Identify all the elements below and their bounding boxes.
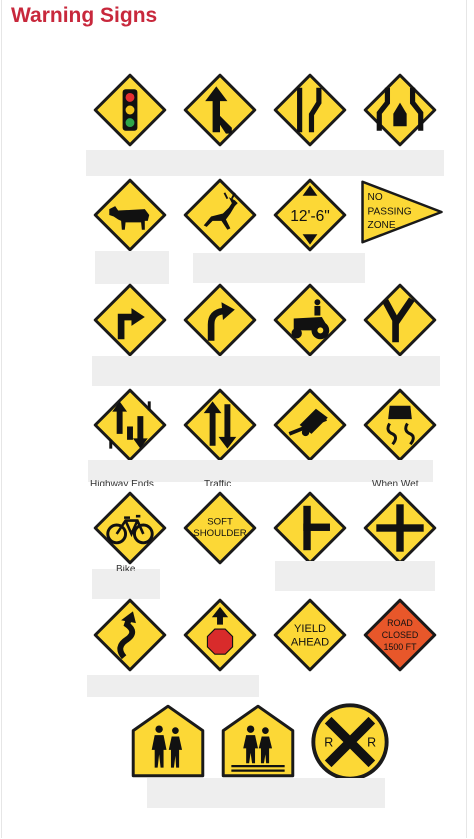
sign-yield-ahead[interactable]: YIELD AHEAD <box>273 598 347 672</box>
sign-railroad-crossing[interactable]: R R <box>311 703 389 781</box>
answer-box[interactable] <box>275 561 435 591</box>
railroad-left-r: R <box>324 736 333 750</box>
sign-road-closed[interactable]: ROAD CLOSED 1500 FT <box>363 598 437 672</box>
road-closed-line2: CLOSED <box>382 630 419 640</box>
sign-right-curve[interactable] <box>183 283 257 357</box>
sign-right-turn[interactable] <box>93 283 167 357</box>
low-clearance-text: 12'-6" <box>290 208 330 225</box>
sign-low-clearance[interactable]: 12'-6" <box>273 178 347 252</box>
answer-box[interactable] <box>92 569 160 599</box>
answer-box[interactable] <box>147 778 385 808</box>
sign-road-narrows[interactable] <box>273 73 347 147</box>
sign-farm-machinery[interactable] <box>273 283 347 357</box>
sign-soft-shoulder[interactable]: SOFT SHOULDER <box>183 491 257 565</box>
no-passing-line1: NO <box>368 192 383 203</box>
partial-label-when-wet: When Wet <box>372 480 419 486</box>
sign-cattle-crossing[interactable] <box>93 178 167 252</box>
partial-label-highway-ends: Highway Ends <box>90 480 154 486</box>
sign-merge[interactable] <box>183 73 257 147</box>
road-closed-line1: ROAD <box>387 618 413 628</box>
sign-signal-ahead[interactable] <box>93 73 167 147</box>
sign-divided-highway-ends[interactable] <box>93 388 167 462</box>
sign-stop-ahead[interactable] <box>183 598 257 672</box>
no-passing-line3: ZONE <box>368 220 396 231</box>
sign-deer-crossing[interactable] <box>183 178 257 252</box>
answer-box[interactable] <box>86 150 444 176</box>
page-title: Warning Signs <box>11 4 158 27</box>
no-passing-line2: PASSING <box>368 207 412 218</box>
answer-box[interactable] <box>87 675 259 697</box>
partial-label-traffic: Traffic <box>204 480 232 486</box>
sign-slippery-when-wet[interactable] <box>363 388 437 462</box>
sign-side-road[interactable] <box>363 283 437 357</box>
sign-school-zone[interactable] <box>131 704 205 778</box>
sign-t-intersection[interactable] <box>273 491 347 565</box>
sign-truck-tipping[interactable] <box>273 388 347 462</box>
sign-winding-road[interactable] <box>93 598 167 672</box>
answer-box[interactable] <box>92 356 440 386</box>
yield-ahead-line1: YIELD <box>294 623 326 635</box>
partial-label-bike: Bike <box>116 565 136 571</box>
sign-school-crossing[interactable] <box>221 704 295 778</box>
answer-box[interactable] <box>95 251 169 284</box>
sign-bicycle[interactable] <box>93 491 167 565</box>
soft-shoulder-line2: SHOULDER <box>193 528 246 539</box>
soft-shoulder-line1: SOFT <box>207 516 233 527</box>
answer-box[interactable] <box>88 460 433 482</box>
sign-divided-highway[interactable] <box>363 73 437 147</box>
sign-two-way-traffic[interactable] <box>183 388 257 462</box>
railroad-right-r: R <box>367 736 376 750</box>
road-closed-line3: 1500 FT <box>383 642 417 652</box>
sign-no-passing-zone[interactable]: NO PASSING ZONE <box>360 179 444 245</box>
answer-box[interactable] <box>193 253 365 283</box>
sign-crossroad[interactable] <box>363 491 437 565</box>
yield-ahead-line2: AHEAD <box>291 636 329 648</box>
